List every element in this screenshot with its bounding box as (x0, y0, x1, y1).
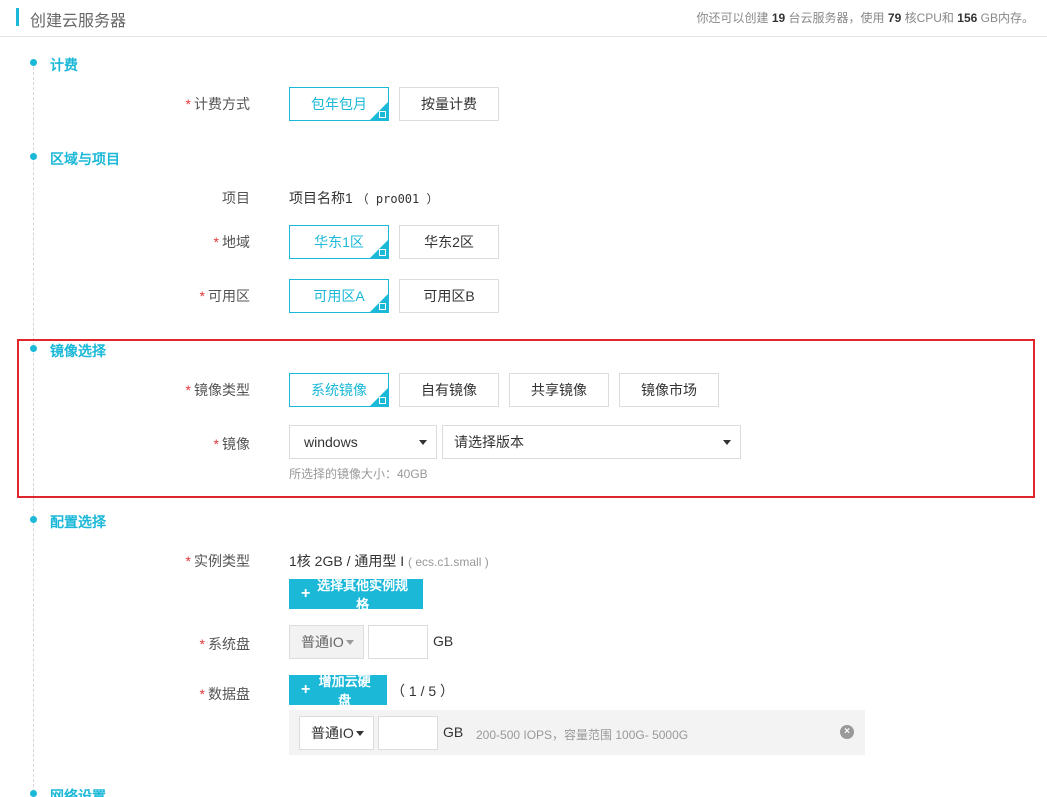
billing-option-prepaid-label: 包年包月 (311, 96, 367, 112)
project-value: 项目名称1 （ pro001 ） (289, 188, 439, 208)
plus-icon: + (301, 585, 311, 602)
chevron-down-icon (356, 731, 364, 736)
image-type-custom-label: 自有镜像 (421, 382, 477, 398)
system-disk-unit: GB (433, 633, 454, 649)
chevron-down-icon (346, 640, 354, 645)
image-type-system-label: 系统镜像 (311, 382, 367, 398)
section-title-region: 区域与项目 (50, 151, 120, 167)
required-mark: * (199, 288, 205, 304)
billing-option-payg-label: 按量计费 (421, 96, 477, 112)
area-option-east1[interactable]: 华东1区 (289, 225, 389, 259)
quota-prefix: 你还可以创建 (696, 11, 769, 25)
section-title-network: 网络设置 (50, 788, 106, 797)
title-accent-bar (16, 8, 19, 26)
page-header: 创建云服务器 你还可以创建 19 台云服务器，使用 79 核CPU和 156 G… (0, 0, 1047, 37)
choose-spec-button-label: 选择其他实例规格 (317, 578, 409, 612)
image-type-system[interactable]: 系统镜像 (289, 373, 389, 407)
system-disk-type-value: 普通IO (301, 634, 344, 650)
quota-mid2: 核CPU和 (904, 11, 954, 25)
system-disk-label: * 系统盘 (199, 636, 250, 652)
billing-option-payg[interactable]: 按量计费 (399, 87, 499, 121)
image-type-label: * 镜像类型 (185, 382, 250, 398)
billing-mode-label: * 计费方式 (185, 96, 250, 112)
image-type-shared-label: 共享镜像 (531, 382, 587, 398)
quota-cpu: 79 (887, 11, 902, 25)
required-mark: * (213, 436, 219, 452)
zone-option-a[interactable]: 可用区A (289, 279, 389, 313)
instance-type-value: 1核 2GB / 通用型 I ( ecs.c1.small ) (289, 551, 489, 571)
image-label: * 镜像 (213, 436, 250, 452)
image-size-hint: 所选择的镜像大小：40GB (289, 467, 428, 481)
image-type-shared[interactable]: 共享镜像 (509, 373, 609, 407)
add-disk-button[interactable]: + 增加云硬盘 (289, 674, 387, 708)
image-type-market[interactable]: 镜像市场 (619, 373, 719, 407)
check-icon (379, 249, 386, 256)
required-mark: * (213, 234, 219, 250)
data-disk-unit: GB (443, 724, 464, 740)
remove-disk-icon[interactable]: × (840, 725, 854, 739)
choose-spec-button[interactable]: + 选择其他实例规格 (289, 578, 423, 612)
project-label: 项目 (222, 190, 250, 206)
required-mark: * (185, 553, 191, 569)
billing-option-prepaid[interactable]: 包年包月 (289, 87, 389, 121)
project-name: 项目名称1 (289, 190, 353, 206)
section-dot-billing (30, 59, 37, 66)
version-select-placeholder: 请选择版本 (454, 434, 524, 450)
instance-code: ( ecs.c1.small ) (408, 555, 489, 569)
quota-mem: 156 (957, 11, 978, 25)
check-icon (379, 397, 386, 404)
required-mark: * (185, 96, 191, 112)
os-select-value: windows (304, 434, 358, 450)
zone-option-b-label: 可用区B (423, 288, 475, 304)
quota-suffix: GB内存。 (980, 11, 1034, 25)
disk-count: （ 1 / 5 ） (391, 683, 455, 699)
area-label: * 地域 (213, 234, 250, 250)
system-disk-size-input[interactable] (368, 625, 428, 659)
add-disk-button-label: 增加云硬盘 (318, 674, 371, 708)
data-disk-label: * 数据盘 (199, 686, 250, 702)
data-disk-size-input[interactable] (378, 716, 438, 750)
section-dot-network (30, 790, 37, 797)
quota-servers: 19 (771, 11, 786, 25)
check-icon (379, 111, 386, 118)
required-mark: * (185, 382, 191, 398)
image-type-custom[interactable]: 自有镜像 (399, 373, 499, 407)
zone-option-a-label: 可用区A (313, 288, 365, 304)
section-title-config: 配置选择 (50, 514, 106, 530)
section-title-image: 镜像选择 (50, 343, 106, 359)
zone-option-b[interactable]: 可用区B (399, 279, 499, 313)
data-disk-hint: 200-500 IOPS，容量范围 100G- 5000G (476, 728, 689, 742)
project-code: （ pro001 ） (356, 192, 439, 206)
section-dot-image (30, 345, 37, 352)
section-dot-region (30, 153, 37, 160)
area-option-east1-label: 华东1区 (314, 234, 364, 250)
image-type-market-label: 镜像市场 (641, 382, 697, 398)
step-timeline (33, 62, 34, 797)
required-mark: * (199, 636, 205, 652)
data-disk-type-select[interactable]: 普通IO (299, 716, 374, 750)
data-disk-type-value: 普通IO (311, 725, 354, 741)
version-select[interactable]: 请选择版本 (442, 425, 741, 459)
chevron-down-icon (723, 440, 731, 445)
area-option-east2-label: 华东2区 (424, 234, 474, 250)
quota-mid1: 台云服务器，使用 (788, 11, 885, 25)
area-option-east2[interactable]: 华东2区 (399, 225, 499, 259)
required-mark: * (199, 686, 205, 702)
page-title: 创建云服务器 (30, 13, 127, 30)
chevron-down-icon (419, 440, 427, 445)
section-title-billing: 计费 (50, 57, 78, 73)
check-icon (379, 303, 386, 310)
instance-type-label: * 实例类型 (185, 553, 250, 569)
zone-label: * 可用区 (199, 288, 250, 304)
plus-icon: + (301, 681, 311, 698)
section-dot-config (30, 516, 37, 523)
instance-spec: 1核 2GB / 通用型 I (289, 553, 405, 569)
image-section-highlight (17, 339, 1035, 498)
quota-summary: 你还可以创建 19 台云服务器，使用 79 核CPU和 156 GB内存。 (696, 9, 1034, 26)
system-disk-type-select: 普通IO (289, 625, 364, 659)
os-select[interactable]: windows (289, 425, 437, 459)
